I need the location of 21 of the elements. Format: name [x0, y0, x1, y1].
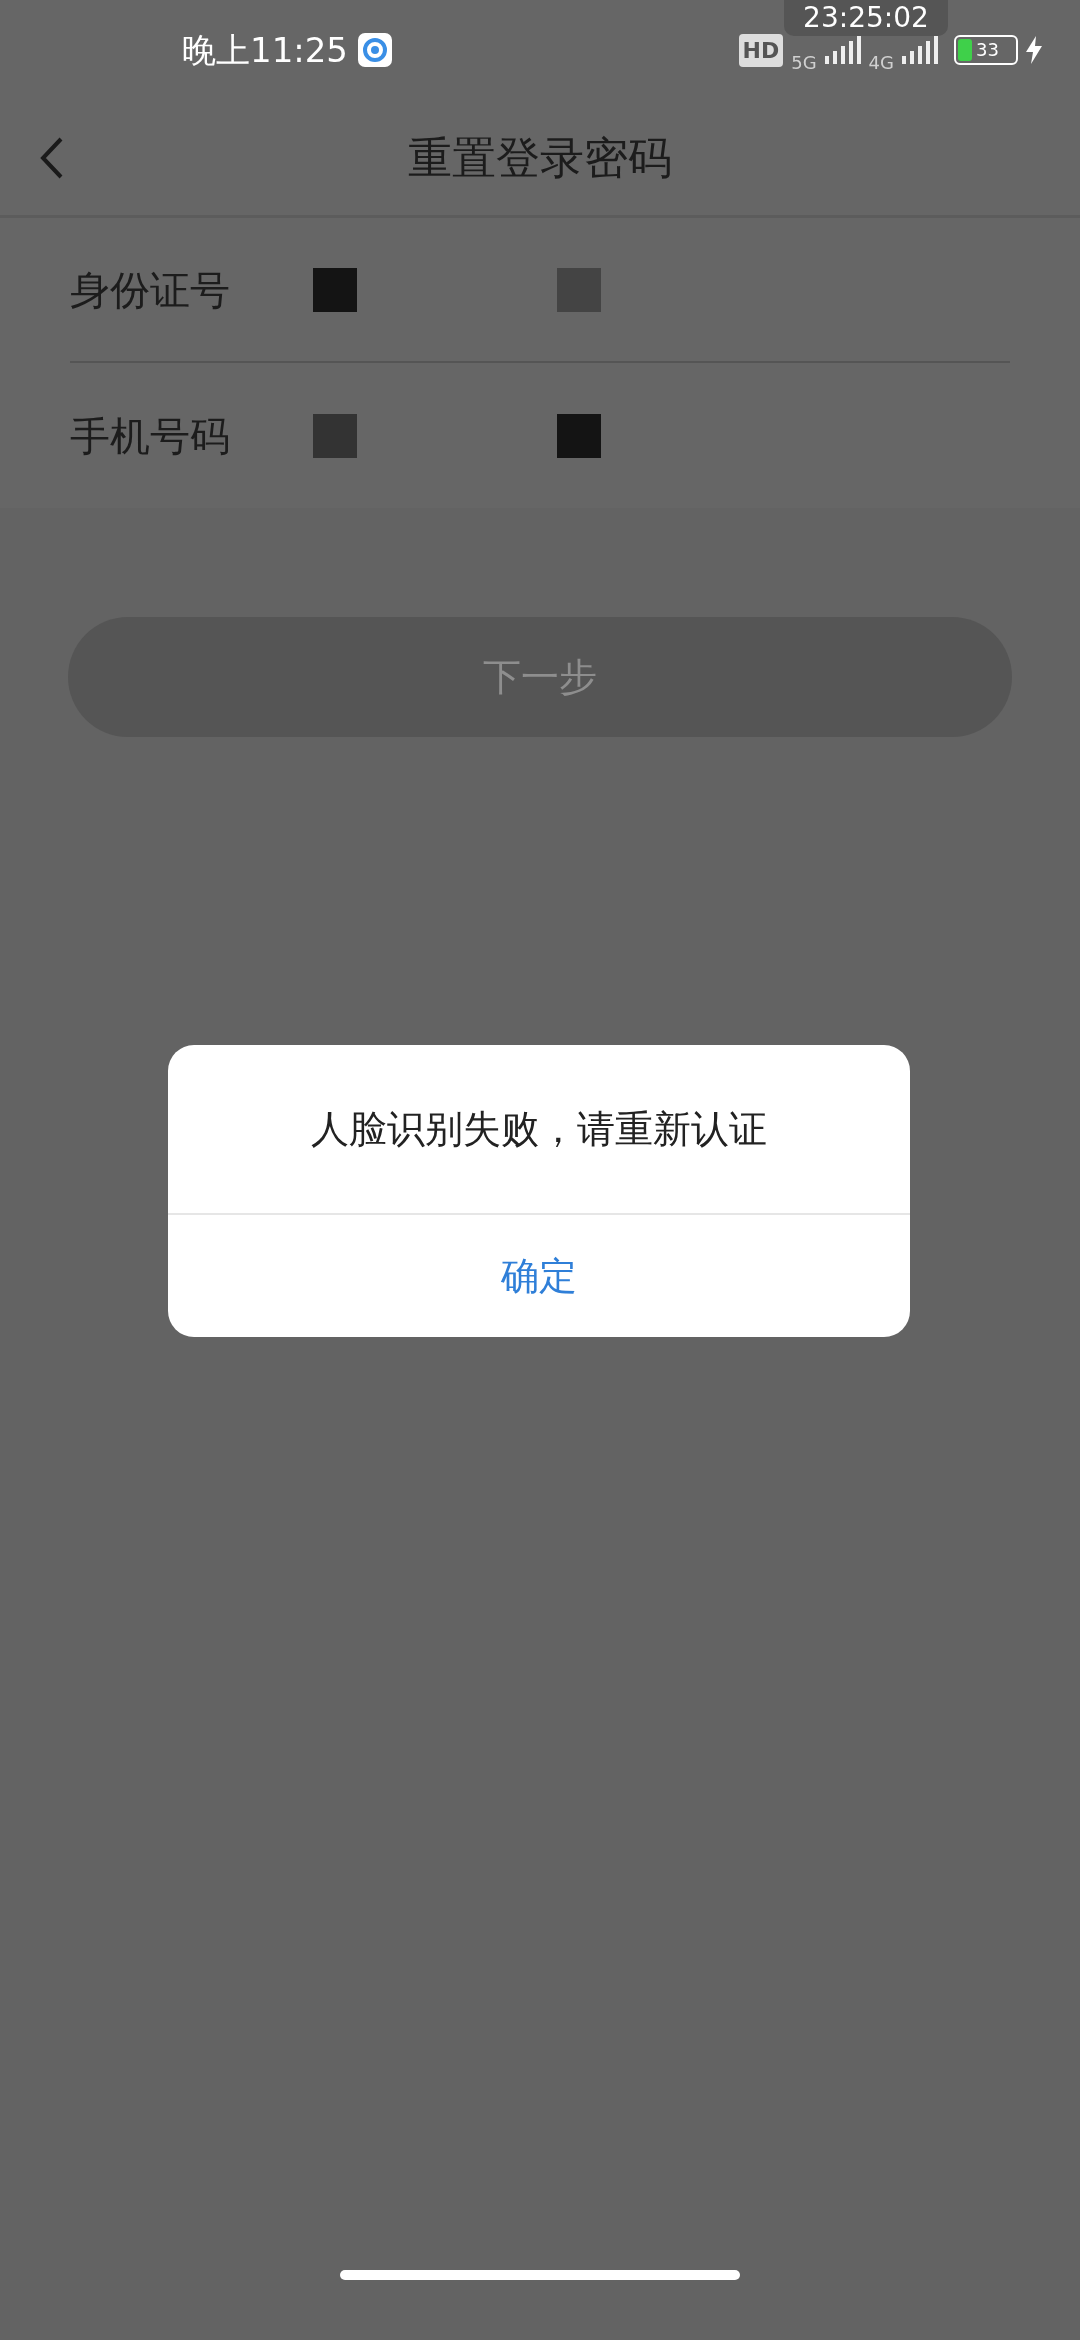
page-title: 重置登录密码: [408, 130, 672, 185]
signal-icon: [902, 36, 938, 64]
confirm-button[interactable]: 确定: [168, 1215, 910, 1337]
clock-overlay: 23:25:02: [784, 0, 948, 36]
network-label: 4G: [868, 50, 894, 75]
charging-icon: [1026, 36, 1042, 64]
hd-badge: HD: [738, 33, 784, 67]
redaction-block: [313, 413, 357, 458]
battery-level-text: 33: [976, 41, 999, 59]
signal-icon: [824, 36, 861, 64]
network-label: 5G: [791, 50, 817, 75]
field-label: 身份证号: [70, 265, 231, 315]
battery-fill: [958, 39, 972, 61]
redaction-block: [313, 267, 357, 312]
status-time: 晚上11:25: [182, 28, 348, 72]
redaction-block: [557, 267, 601, 312]
redaction-block: [557, 413, 601, 458]
app-notification-icon: [358, 33, 392, 67]
dialog-message: 人脸识别失败，请重新认证: [310, 1105, 768, 1153]
back-icon: [40, 135, 64, 180]
field-label: 手机号码: [70, 411, 231, 461]
